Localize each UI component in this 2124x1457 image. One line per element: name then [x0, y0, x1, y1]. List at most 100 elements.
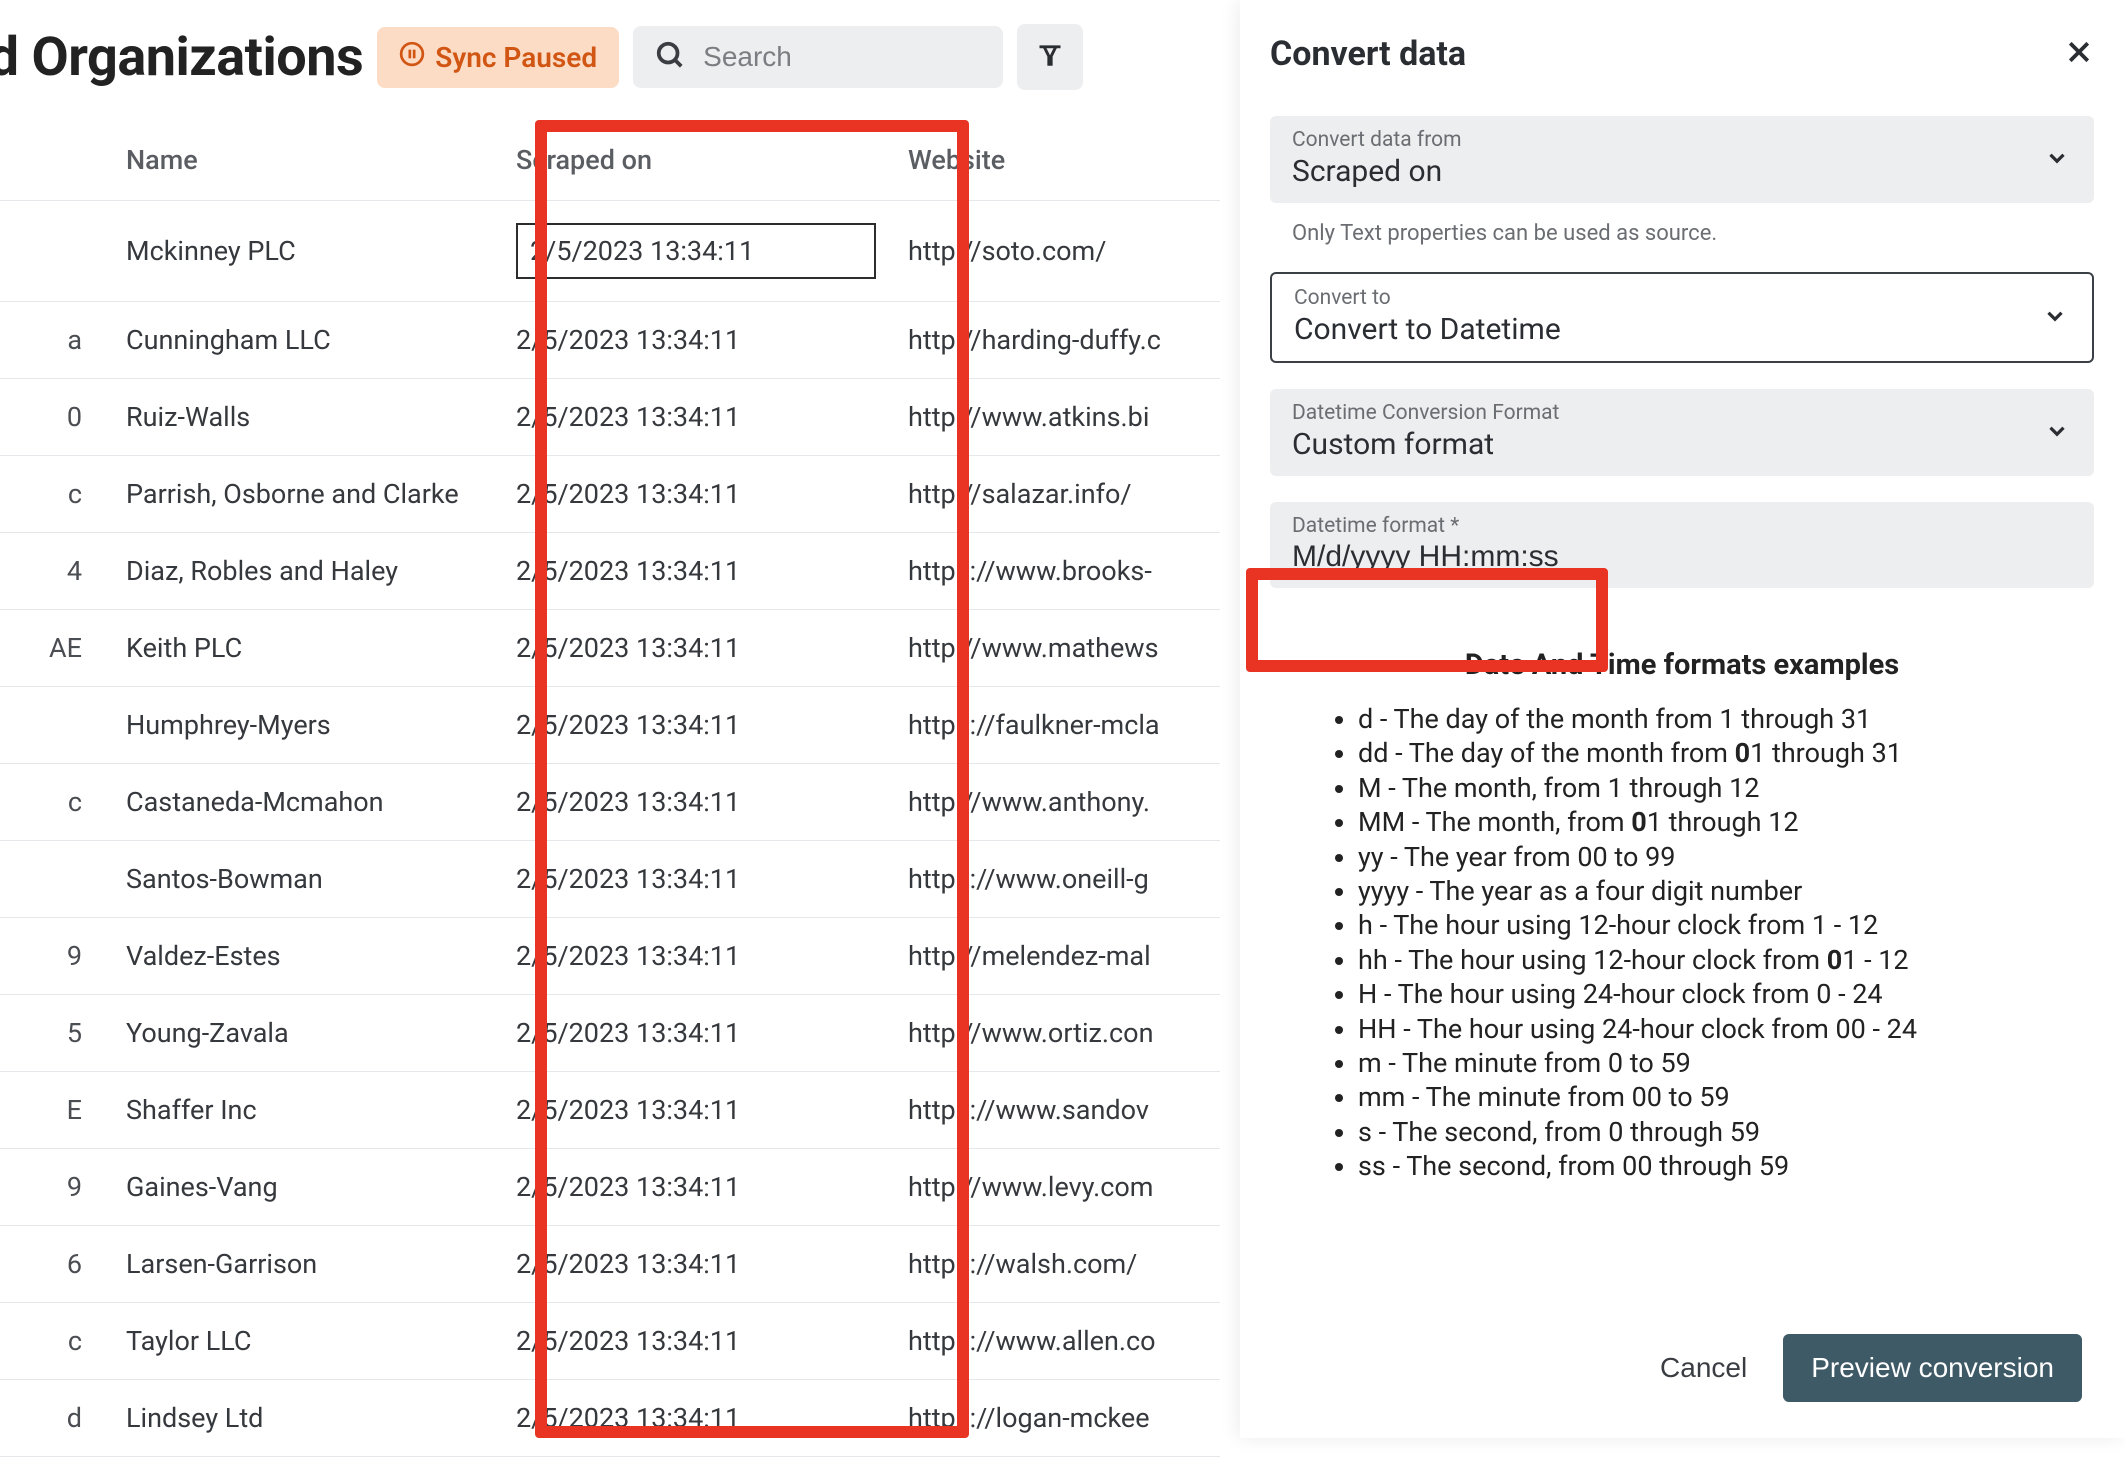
row-name-cell: Keith PLC [110, 610, 500, 687]
format-example-item: m - The minute from 0 to 59 [1358, 1046, 2074, 1080]
main-content: ed Organizations Sync Paused Name Scrape… [0, 0, 1220, 1438]
row-website-cell: https://www.oneill-g [892, 841, 1220, 918]
row-scraped-cell[interactable]: 2/5/2023 13:34:11 [500, 533, 892, 610]
chevron-down-icon [2044, 145, 2070, 175]
row-id-cell: 9 [0, 1149, 110, 1226]
row-scraped-cell[interactable]: 2/5/2023 13:34:11 [500, 610, 892, 687]
row-website-cell: http://salazar.info/ [892, 456, 1220, 533]
table-row[interactable]: Santos-Bowman2/5/2023 13:34:11https://ww… [0, 841, 1220, 918]
row-scraped-cell[interactable]: 2/5/2023 13:34:11 [500, 1149, 892, 1226]
search-input[interactable] [703, 41, 981, 73]
row-website-cell: https://www.sandov [892, 1072, 1220, 1149]
table-row[interactable]: EShaffer Inc2/5/2023 13:34:11https://www… [0, 1072, 1220, 1149]
format-example-item: yy - The year from 00 to 99 [1358, 840, 2074, 874]
row-id-cell [0, 201, 110, 302]
col-scraped-header[interactable]: Scraped on [500, 120, 892, 201]
table-row[interactable]: 9Gaines-Vang2/5/2023 13:34:11http://www.… [0, 1149, 1220, 1226]
row-scraped-cell[interactable]: 2/5/2023 13:34:11 [500, 379, 892, 456]
row-id-cell: c [0, 1303, 110, 1380]
table-row[interactable]: 6Larsen-Garrison2/5/2023 13:34:11https:/… [0, 1226, 1220, 1303]
row-name-cell: Parrish, Osborne and Clarke [110, 456, 500, 533]
table-row[interactable]: Mckinney PLC2/5/2023 13:34:11http://soto… [0, 201, 1220, 302]
conversion-format-select[interactable]: Datetime Conversion Format Custom format [1270, 389, 2094, 476]
row-id-cell [0, 687, 110, 764]
format-example-item: ss - The second, from 00 through 59 [1358, 1149, 2074, 1183]
table-row[interactable]: Humphrey-Myers2/5/2023 13:34:11https://f… [0, 687, 1220, 764]
table-row[interactable]: 9Valdez-Estes2/5/2023 13:34:11http://mel… [0, 918, 1220, 995]
row-id-cell [0, 841, 110, 918]
row-scraped-cell[interactable]: 2/5/2023 13:34:11 [500, 302, 892, 379]
row-website-cell: http://www.levy.com [892, 1149, 1220, 1226]
cancel-button[interactable]: Cancel [1660, 1352, 1747, 1384]
row-id-cell: E [0, 1072, 110, 1149]
row-id-cell: c [0, 456, 110, 533]
row-scraped-cell[interactable]: 2/5/2023 13:34:11 [500, 918, 892, 995]
convert-from-select[interactable]: Convert data from Scraped on [1270, 116, 2094, 203]
row-name-cell: Shaffer Inc [110, 1072, 500, 1149]
format-examples-title: Date And Time formats examples [1290, 648, 2074, 682]
row-scraped-cell[interactable]: 2/5/2023 13:34:11 [500, 456, 892, 533]
panel-header: Convert data [1270, 34, 2094, 74]
row-name-cell: Humphrey-Myers [110, 687, 500, 764]
row-scraped-cell[interactable]: 2/5/2023 13:34:11 [500, 764, 892, 841]
header: ed Organizations Sync Paused [0, 0, 1220, 120]
table-header-row: Name Scraped on Website [0, 120, 1220, 201]
panel-title: Convert data [1270, 34, 1466, 74]
row-website-cell: https://logan-mckee [892, 1380, 1220, 1457]
table-row[interactable]: dLindsey Ltd2/5/2023 13:34:11https://log… [0, 1380, 1220, 1457]
search-box[interactable] [633, 26, 1003, 88]
convert-to-label: Convert to [1294, 286, 2070, 310]
row-id-cell: d [0, 1380, 110, 1457]
row-website-cell: http://melendez-mal [892, 918, 1220, 995]
row-id-cell: a [0, 302, 110, 379]
row-scraped-cell[interactable]: 2/5/2023 13:34:11 [500, 687, 892, 764]
row-name-cell: Gaines-Vang [110, 1149, 500, 1226]
convert-to-select[interactable]: Convert to Convert to Datetime [1270, 272, 2094, 363]
sync-status-text: Sync Paused [435, 41, 597, 74]
table-row[interactable]: cParrish, Osborne and Clarke2/5/2023 13:… [0, 456, 1220, 533]
row-id-cell: 9 [0, 918, 110, 995]
format-example-item: yyyy - The year as a four digit number [1358, 874, 2074, 908]
format-example-item: HH - The hour using 24-hour clock from 0… [1358, 1012, 2074, 1046]
filter-button[interactable] [1017, 24, 1083, 90]
format-example-item: dd - The day of the month from 01 throug… [1358, 736, 2074, 770]
convert-data-panel: Convert data Convert data from Scraped o… [1240, 0, 2124, 1438]
row-id-cell: 4 [0, 533, 110, 610]
row-name-cell: Castaneda-Mcmahon [110, 764, 500, 841]
table-row[interactable]: 0Ruiz-Walls2/5/2023 13:34:11http://www.a… [0, 379, 1220, 456]
format-example-item: d - The day of the month from 1 through … [1358, 702, 2074, 736]
row-id-cell: 0 [0, 379, 110, 456]
convert-to-value: Convert to Datetime [1294, 312, 2070, 347]
row-scraped-cell[interactable]: 2/5/2023 13:34:11 [500, 841, 892, 918]
row-name-cell: Taylor LLC [110, 1303, 500, 1380]
format-example-item: H - The hour using 24-hour clock from 0 … [1358, 977, 2074, 1011]
row-scraped-cell[interactable]: 2/5/2023 13:34:11 [500, 995, 892, 1072]
preview-button[interactable]: Preview conversion [1783, 1334, 2082, 1402]
col-name-header[interactable]: Name [110, 120, 500, 201]
datetime-format-field[interactable]: Datetime format * [1270, 502, 2094, 588]
row-id-cell: AE [0, 610, 110, 687]
conversion-format-label: Datetime Conversion Format [1292, 401, 2072, 425]
datetime-format-input[interactable] [1292, 540, 2072, 574]
table-row[interactable]: cTaylor LLC2/5/2023 13:34:11https://www.… [0, 1303, 1220, 1380]
row-scraped-cell[interactable]: 2/5/2023 13:34:11 [500, 1303, 892, 1380]
row-website-cell: https://www.allen.co [892, 1303, 1220, 1380]
table-row[interactable]: 5Young-Zavala2/5/2023 13:34:11http://www… [0, 995, 1220, 1072]
row-website-cell: http://harding-duffy.c [892, 302, 1220, 379]
table-row[interactable]: AEKeith PLC2/5/2023 13:34:11http://www.m… [0, 610, 1220, 687]
row-scraped-cell[interactable]: 2/5/2023 13:34:11 [500, 201, 892, 302]
row-scraped-cell[interactable]: 2/5/2023 13:34:11 [500, 1380, 892, 1457]
row-website-cell: http://www.atkins.bi [892, 379, 1220, 456]
row-id-cell: c [0, 764, 110, 841]
table-row[interactable]: 4Diaz, Robles and Haley2/5/2023 13:34:11… [0, 533, 1220, 610]
sync-status-badge[interactable]: Sync Paused [377, 27, 619, 88]
table-row[interactable]: cCastaneda-Mcmahon2/5/2023 13:34:11http:… [0, 764, 1220, 841]
close-button[interactable] [2064, 37, 2094, 71]
row-website-cell: http://www.mathews [892, 610, 1220, 687]
convert-from-label: Convert data from [1292, 128, 2072, 152]
col-website-header[interactable]: Website [892, 120, 1220, 201]
row-scraped-cell[interactable]: 2/5/2023 13:34:11 [500, 1072, 892, 1149]
table-row[interactable]: aCunningham LLC2/5/2023 13:34:11http://h… [0, 302, 1220, 379]
format-example-item: M - The month, from 1 through 12 [1358, 771, 2074, 805]
row-scraped-cell[interactable]: 2/5/2023 13:34:11 [500, 1226, 892, 1303]
